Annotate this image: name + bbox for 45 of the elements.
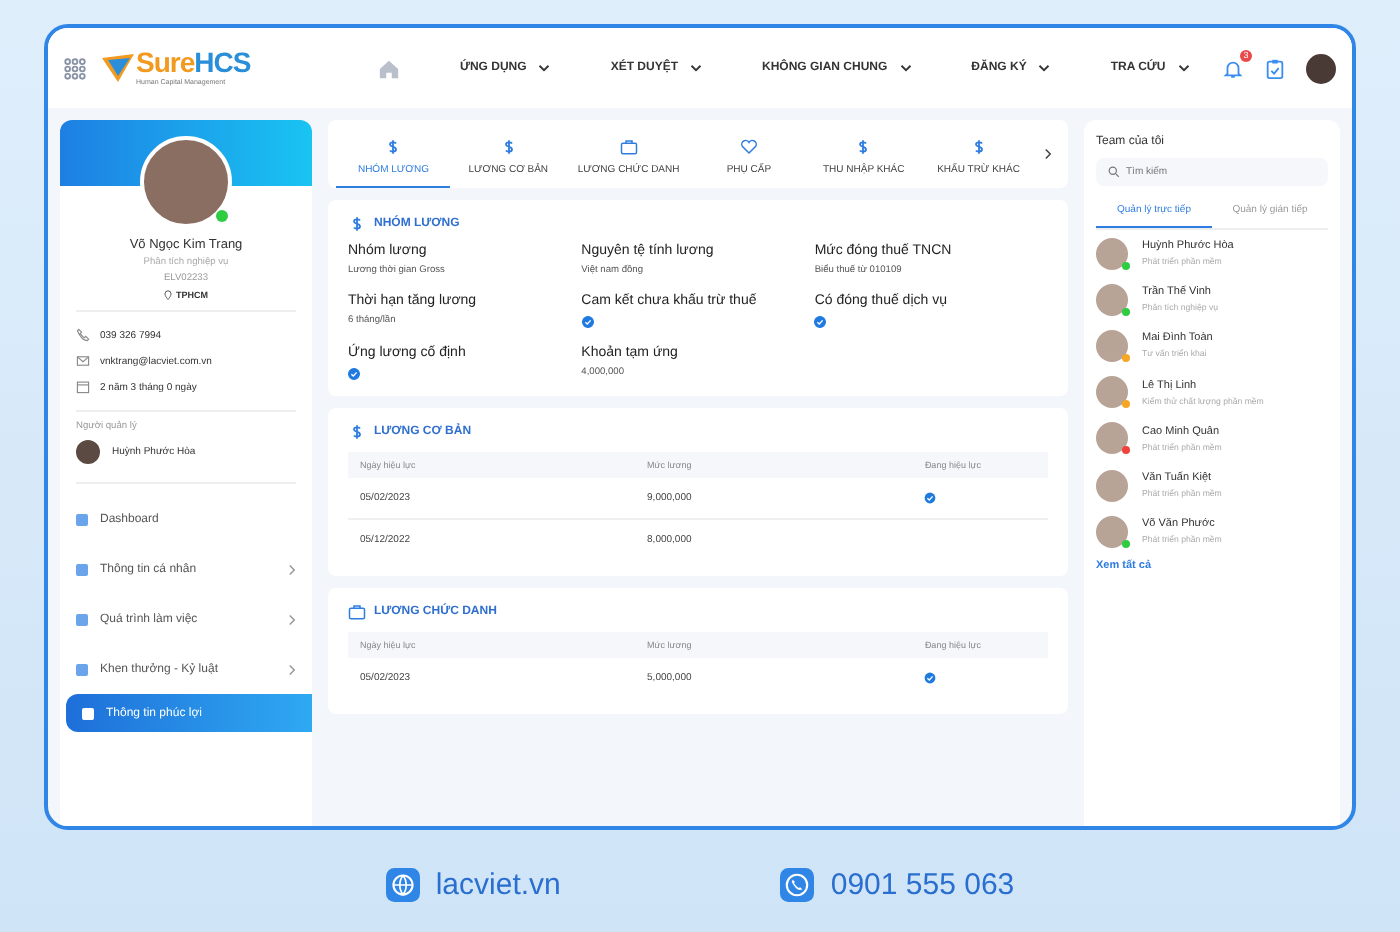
dollar-icon [854, 138, 873, 156]
heart-icon [739, 138, 758, 156]
member-avatar [1096, 469, 1128, 502]
square-icon [82, 707, 94, 719]
logo-text: Sure [136, 49, 195, 76]
search-icon [1108, 166, 1120, 178]
logo-text-accent: HCS [194, 49, 251, 76]
user-avatar[interactable] [1306, 53, 1336, 83]
dollar-icon [348, 216, 366, 232]
caret-icon [538, 64, 551, 72]
bell-icon[interactable] [1222, 57, 1244, 79]
website-text: lacviet.vn [435, 868, 561, 902]
member-avatar [1096, 515, 1128, 548]
calendar-icon [76, 380, 90, 394]
dollar-icon [969, 138, 988, 156]
member-avatar [1096, 283, 1128, 316]
briefcase-icon [348, 604, 366, 620]
member-avatar [1096, 422, 1128, 455]
member-avatar [1096, 376, 1128, 409]
square-icon [76, 663, 88, 675]
briefcase-icon [619, 138, 638, 156]
dollar-icon [499, 138, 518, 156]
member-avatar [1096, 237, 1128, 270]
clipboard-check-icon[interactable] [1264, 57, 1286, 79]
phone-icon [76, 328, 90, 342]
chevron-right-icon[interactable] [1044, 148, 1052, 160]
logo-wing-icon [102, 54, 134, 82]
caret-icon [1177, 64, 1190, 72]
square-icon [76, 513, 88, 525]
phone-icon [780, 868, 815, 902]
home-icon[interactable] [378, 57, 400, 79]
phone-number-text: 0901 555 063 [830, 868, 1015, 902]
dollar-icon [348, 424, 366, 440]
manager-avatar [76, 440, 100, 464]
globe-icon [385, 868, 420, 902]
caret-icon [1038, 64, 1051, 72]
member-avatar [1096, 329, 1128, 362]
location-pin-icon [164, 290, 172, 300]
square-icon [76, 563, 88, 575]
mail-icon [76, 354, 90, 368]
dollar-icon [384, 138, 403, 156]
caret-icon [899, 64, 912, 72]
caret-icon [689, 64, 702, 72]
apps-grid-icon[interactable] [64, 57, 86, 79]
square-icon [76, 613, 88, 625]
